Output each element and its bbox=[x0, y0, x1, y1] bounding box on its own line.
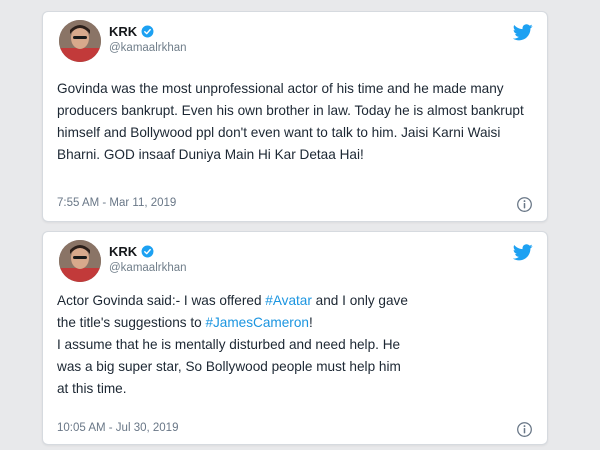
tweet-text: Actor Govinda said:- I was offered #Avat… bbox=[57, 290, 531, 400]
twitter-bird-icon[interactable] bbox=[513, 24, 533, 41]
tweet-card: KRK @kamaalrkhan Govinda was the most un… bbox=[42, 11, 548, 222]
tweet-timestamp[interactable]: 7:55 AM - Mar 11, 2019 bbox=[57, 197, 176, 209]
tweet-text: Govinda was the most unprofessional acto… bbox=[57, 81, 524, 162]
info-icon[interactable] bbox=[516, 421, 533, 438]
info-icon[interactable] bbox=[516, 196, 533, 213]
avatar[interactable] bbox=[59, 240, 101, 282]
verified-badge-icon bbox=[141, 245, 154, 258]
author-handle[interactable]: @kamaalrkhan bbox=[109, 42, 187, 54]
author-handle[interactable]: @kamaalrkhan bbox=[109, 262, 187, 274]
tweet-text-segment: Actor Govinda said:- I was offered bbox=[57, 293, 266, 308]
tweet-card: KRK @kamaalrkhan Actor Govinda said:- I … bbox=[42, 231, 548, 445]
hashtag-link[interactable]: #Avatar bbox=[265, 293, 312, 308]
author-name[interactable]: KRK bbox=[109, 244, 137, 259]
twitter-bird-icon[interactable] bbox=[513, 244, 533, 261]
avatar[interactable] bbox=[59, 20, 101, 62]
author-name[interactable]: KRK bbox=[109, 24, 137, 39]
tweet-timestamp[interactable]: 10:05 AM - Jul 30, 2019 bbox=[57, 422, 178, 434]
hashtag-link[interactable]: #JamesCameron bbox=[205, 315, 309, 330]
verified-badge-icon bbox=[141, 25, 154, 38]
